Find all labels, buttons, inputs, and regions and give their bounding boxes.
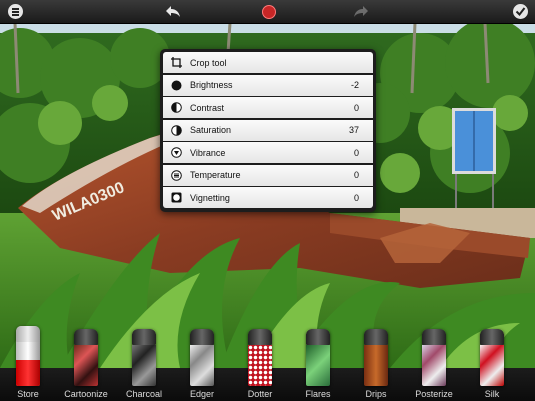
adjust-row-temperature[interactable]: Temperature 0 [163, 164, 373, 186]
adjust-row-crop[interactable]: Crop tool [163, 52, 373, 73]
adjust-value: 37 [348, 125, 359, 135]
filter-label: Posterize [415, 389, 453, 399]
filter-label: Drips [365, 389, 387, 399]
filter-label: Silk [484, 389, 500, 399]
saturation-icon [170, 124, 182, 136]
spray-can-icon [190, 329, 214, 386]
filter-label: Edger [189, 389, 215, 399]
top-toolbar [0, 0, 535, 24]
spray-can-icon [132, 329, 156, 386]
menu-icon[interactable] [8, 4, 23, 19]
filter-label: Flares [305, 389, 331, 399]
brightness-icon [170, 79, 182, 91]
temperature-icon [170, 169, 182, 181]
adjust-value: 0 [353, 192, 359, 203]
adjust-row-vignetting[interactable]: Vignetting 0 [163, 187, 373, 208]
filter-label: Charcoal [125, 389, 163, 399]
adjust-label: Crop tool [190, 57, 227, 68]
adjust-row-contrast[interactable]: Contrast 0 [163, 97, 373, 118]
spray-can-icon [480, 329, 504, 386]
filter-label: Store [17, 389, 39, 399]
crop-icon [170, 57, 182, 69]
spray-can-icon [422, 329, 446, 386]
adjust-value: 0 [353, 147, 359, 158]
adjust-value: -2 [350, 80, 359, 90]
undo-arrow-icon[interactable] [165, 3, 181, 19]
adjust-label: Contrast [190, 102, 225, 113]
vibrance-icon [170, 147, 182, 159]
adjust-row-brightness[interactable]: Brightness -2 [163, 74, 373, 96]
adjust-value: 0 [353, 170, 359, 180]
adjust-panel: Crop tool Brightness -2 Contrast 0 Satur… [160, 49, 376, 212]
checkmark-icon[interactable] [513, 4, 528, 19]
adjust-label: Vignetting [190, 192, 230, 203]
adjust-label: Saturation [190, 125, 232, 135]
filter-label: Dotter [247, 389, 273, 399]
adjust-row-vibrance[interactable]: Vibrance 0 [163, 142, 373, 163]
adjust-label: Temperature [190, 170, 241, 180]
spray-can-icon [16, 326, 40, 386]
effects-icon[interactable] [262, 5, 276, 19]
adjust-row-saturation[interactable]: Saturation 37 [163, 119, 373, 141]
redo-arrow-icon[interactable] [353, 3, 369, 19]
spray-can-icon [364, 329, 388, 386]
adjust-value: 0 [353, 102, 359, 113]
filter-strip: Store Cartoonize Charcoal Edger Dotter F… [0, 326, 535, 401]
adjust-label: Vibrance [190, 147, 226, 158]
filter-label: Cartoonize [64, 389, 108, 399]
spray-can-icon [74, 329, 98, 386]
vignetting-icon [170, 192, 182, 204]
contrast-icon [170, 102, 182, 114]
spray-can-icon [306, 329, 330, 386]
adjust-label: Brightness [190, 80, 233, 90]
spray-can-icon [248, 329, 272, 386]
